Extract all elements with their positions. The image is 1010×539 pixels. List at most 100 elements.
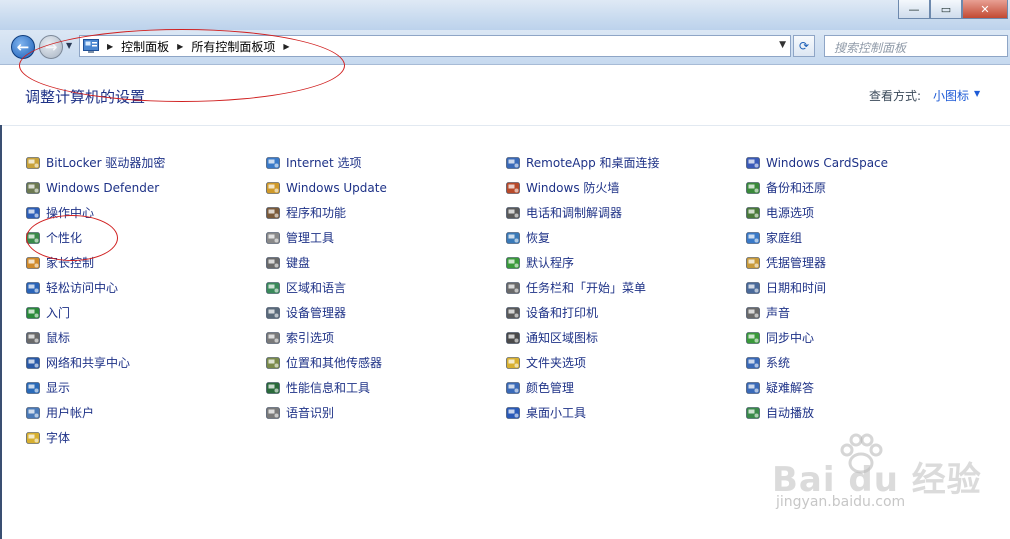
control-panel-item[interactable]: 入门 (25, 300, 165, 325)
control-panel-item-label[interactable]: 位置和其他传感器 (286, 354, 382, 371)
control-panel-item[interactable]: Windows 防火墙 (505, 175, 660, 200)
control-panel-item[interactable]: 日期和时间 (745, 275, 888, 300)
control-panel-item-label[interactable]: 设备管理器 (286, 304, 346, 321)
control-panel-item-label[interactable]: BitLocker 驱动器加密 (46, 154, 165, 171)
control-panel-item-label[interactable]: 家长控制 (46, 254, 94, 271)
search-input[interactable]: 搜索控制面板 (824, 35, 1008, 57)
control-panel-item[interactable]: 家庭组 (745, 225, 888, 250)
refresh-button[interactable]: ⟳ (793, 35, 815, 57)
control-panel-item[interactable]: 性能信息和工具 (265, 375, 387, 400)
control-panel-item-label[interactable]: 日期和时间 (766, 279, 826, 296)
control-panel-item-label[interactable]: 索引选项 (286, 329, 334, 346)
close-button[interactable]: ✕ (962, 0, 1008, 19)
control-panel-item-label[interactable]: 性能信息和工具 (286, 379, 370, 396)
control-panel-item[interactable]: Internet 选项 (265, 150, 387, 175)
control-panel-item-label[interactable]: 文件夹选项 (526, 354, 586, 371)
control-panel-item-label[interactable]: 家庭组 (766, 229, 802, 246)
back-button[interactable]: ← (11, 35, 35, 59)
control-panel-item-label[interactable]: 管理工具 (286, 229, 334, 246)
control-panel-item-label[interactable]: 设备和打印机 (526, 304, 598, 321)
control-panel-item[interactable]: 语音识别 (265, 400, 387, 425)
control-panel-item[interactable]: 通知区域图标 (505, 325, 660, 350)
control-panel-item[interactable]: Windows CardSpace (745, 150, 888, 175)
control-panel-item[interactable]: RemoteApp 和桌面连接 (505, 150, 660, 175)
breadcrumb-separator[interactable]: ▶ (107, 42, 113, 51)
control-panel-item[interactable]: 凭据管理器 (745, 250, 888, 275)
control-panel-item[interactable]: 显示 (25, 375, 165, 400)
control-panel-item[interactable]: 恢复 (505, 225, 660, 250)
breadcrumb-separator[interactable]: ▶ (177, 42, 183, 51)
control-panel-item-label[interactable]: 语音识别 (286, 404, 334, 421)
control-panel-item[interactable]: 索引选项 (265, 325, 387, 350)
control-panel-item[interactable]: 同步中心 (745, 325, 888, 350)
control-panel-item[interactable]: Windows Update (265, 175, 387, 200)
control-panel-item[interactable]: 个性化 (25, 225, 165, 250)
control-panel-item-label[interactable]: 字体 (46, 429, 70, 446)
control-panel-item-label[interactable]: 鼠标 (46, 329, 70, 346)
control-panel-item[interactable]: Windows Defender (25, 175, 165, 200)
control-panel-item[interactable]: 任务栏和「开始」菜单 (505, 275, 660, 300)
control-panel-item[interactable]: 桌面小工具 (505, 400, 660, 425)
control-panel-item-label[interactable]: 程序和功能 (286, 204, 346, 221)
minimize-button[interactable]: — (898, 0, 930, 19)
control-panel-item[interactable]: 位置和其他传感器 (265, 350, 387, 375)
control-panel-item-label[interactable]: 通知区域图标 (526, 329, 598, 346)
recent-pages-dropdown[interactable]: ▼ (66, 41, 72, 50)
control-panel-item-label[interactable]: Internet 选项 (286, 154, 361, 171)
control-panel-item-label[interactable]: Windows Defender (46, 181, 159, 195)
control-panel-item-label[interactable]: Windows Update (286, 181, 387, 195)
breadcrumb-all-items[interactable]: 所有控制面板项 (191, 38, 275, 55)
control-panel-item-label[interactable]: 个性化 (46, 229, 82, 246)
control-panel-item[interactable]: 程序和功能 (265, 200, 387, 225)
breadcrumb-separator[interactable]: ▶ (283, 42, 289, 51)
control-panel-item-label[interactable]: 疑难解答 (766, 379, 814, 396)
maximize-button[interactable]: ▭ (930, 0, 962, 19)
control-panel-item-label[interactable]: 声音 (766, 304, 790, 321)
control-panel-item[interactable]: 备份和还原 (745, 175, 888, 200)
control-panel-item[interactable]: 区域和语言 (265, 275, 387, 300)
control-panel-item[interactable]: 鼠标 (25, 325, 165, 350)
control-panel-item-label[interactable]: 轻松访问中心 (46, 279, 118, 296)
control-panel-item-label[interactable]: 系统 (766, 354, 790, 371)
control-panel-item[interactable]: BitLocker 驱动器加密 (25, 150, 165, 175)
control-panel-item-label[interactable]: 键盘 (286, 254, 310, 271)
control-panel-item[interactable]: 管理工具 (265, 225, 387, 250)
control-panel-item-label[interactable]: 用户帐户 (46, 404, 94, 421)
control-panel-item[interactable]: 设备管理器 (265, 300, 387, 325)
control-panel-item-label[interactable]: 同步中心 (766, 329, 814, 346)
control-panel-item-label[interactable]: 入门 (46, 304, 70, 321)
forward-button[interactable]: → (39, 35, 63, 59)
control-panel-item[interactable]: 设备和打印机 (505, 300, 660, 325)
control-panel-item[interactable]: 键盘 (265, 250, 387, 275)
control-panel-item[interactable]: 操作中心 (25, 200, 165, 225)
control-panel-item-label[interactable]: 默认程序 (526, 254, 574, 271)
view-by-dropdown[interactable]: 小图标 (933, 87, 969, 104)
control-panel-item[interactable]: 用户帐户 (25, 400, 165, 425)
control-panel-item-label[interactable]: 凭据管理器 (766, 254, 826, 271)
control-panel-item[interactable]: 默认程序 (505, 250, 660, 275)
control-panel-item-label[interactable]: Windows 防火墙 (526, 179, 619, 196)
control-panel-item-label[interactable]: 桌面小工具 (526, 404, 586, 421)
control-panel-item-label[interactable]: 显示 (46, 379, 70, 396)
control-panel-item-label[interactable]: 电源选项 (766, 204, 814, 221)
view-by-arrow-icon[interactable]: ▼ (974, 89, 980, 98)
address-bar[interactable]: ▶ 控制面板 ▶ 所有控制面板项 ▶ ▼ (79, 35, 791, 57)
control-panel-item-label[interactable]: 备份和还原 (766, 179, 826, 196)
control-panel-item-label[interactable]: 恢复 (526, 229, 550, 246)
control-panel-item[interactable]: 颜色管理 (505, 375, 660, 400)
control-panel-item[interactable]: 自动播放 (745, 400, 888, 425)
control-panel-item[interactable]: 家长控制 (25, 250, 165, 275)
control-panel-item-label[interactable]: 操作中心 (46, 204, 94, 221)
control-panel-item[interactable]: 网络和共享中心 (25, 350, 165, 375)
control-panel-item-label[interactable]: RemoteApp 和桌面连接 (526, 154, 660, 171)
control-panel-item[interactable]: 文件夹选项 (505, 350, 660, 375)
control-panel-item-label[interactable]: 颜色管理 (526, 379, 574, 396)
control-panel-item[interactable]: 声音 (745, 300, 888, 325)
control-panel-item-label[interactable]: 自动播放 (766, 404, 814, 421)
control-panel-item-label[interactable]: Windows CardSpace (766, 156, 888, 170)
control-panel-item-label[interactable]: 网络和共享中心 (46, 354, 130, 371)
control-panel-item[interactable]: 系统 (745, 350, 888, 375)
address-history-dropdown[interactable]: ▼ (779, 40, 786, 50)
control-panel-item[interactable]: 疑难解答 (745, 375, 888, 400)
control-panel-item[interactable]: 轻松访问中心 (25, 275, 165, 300)
